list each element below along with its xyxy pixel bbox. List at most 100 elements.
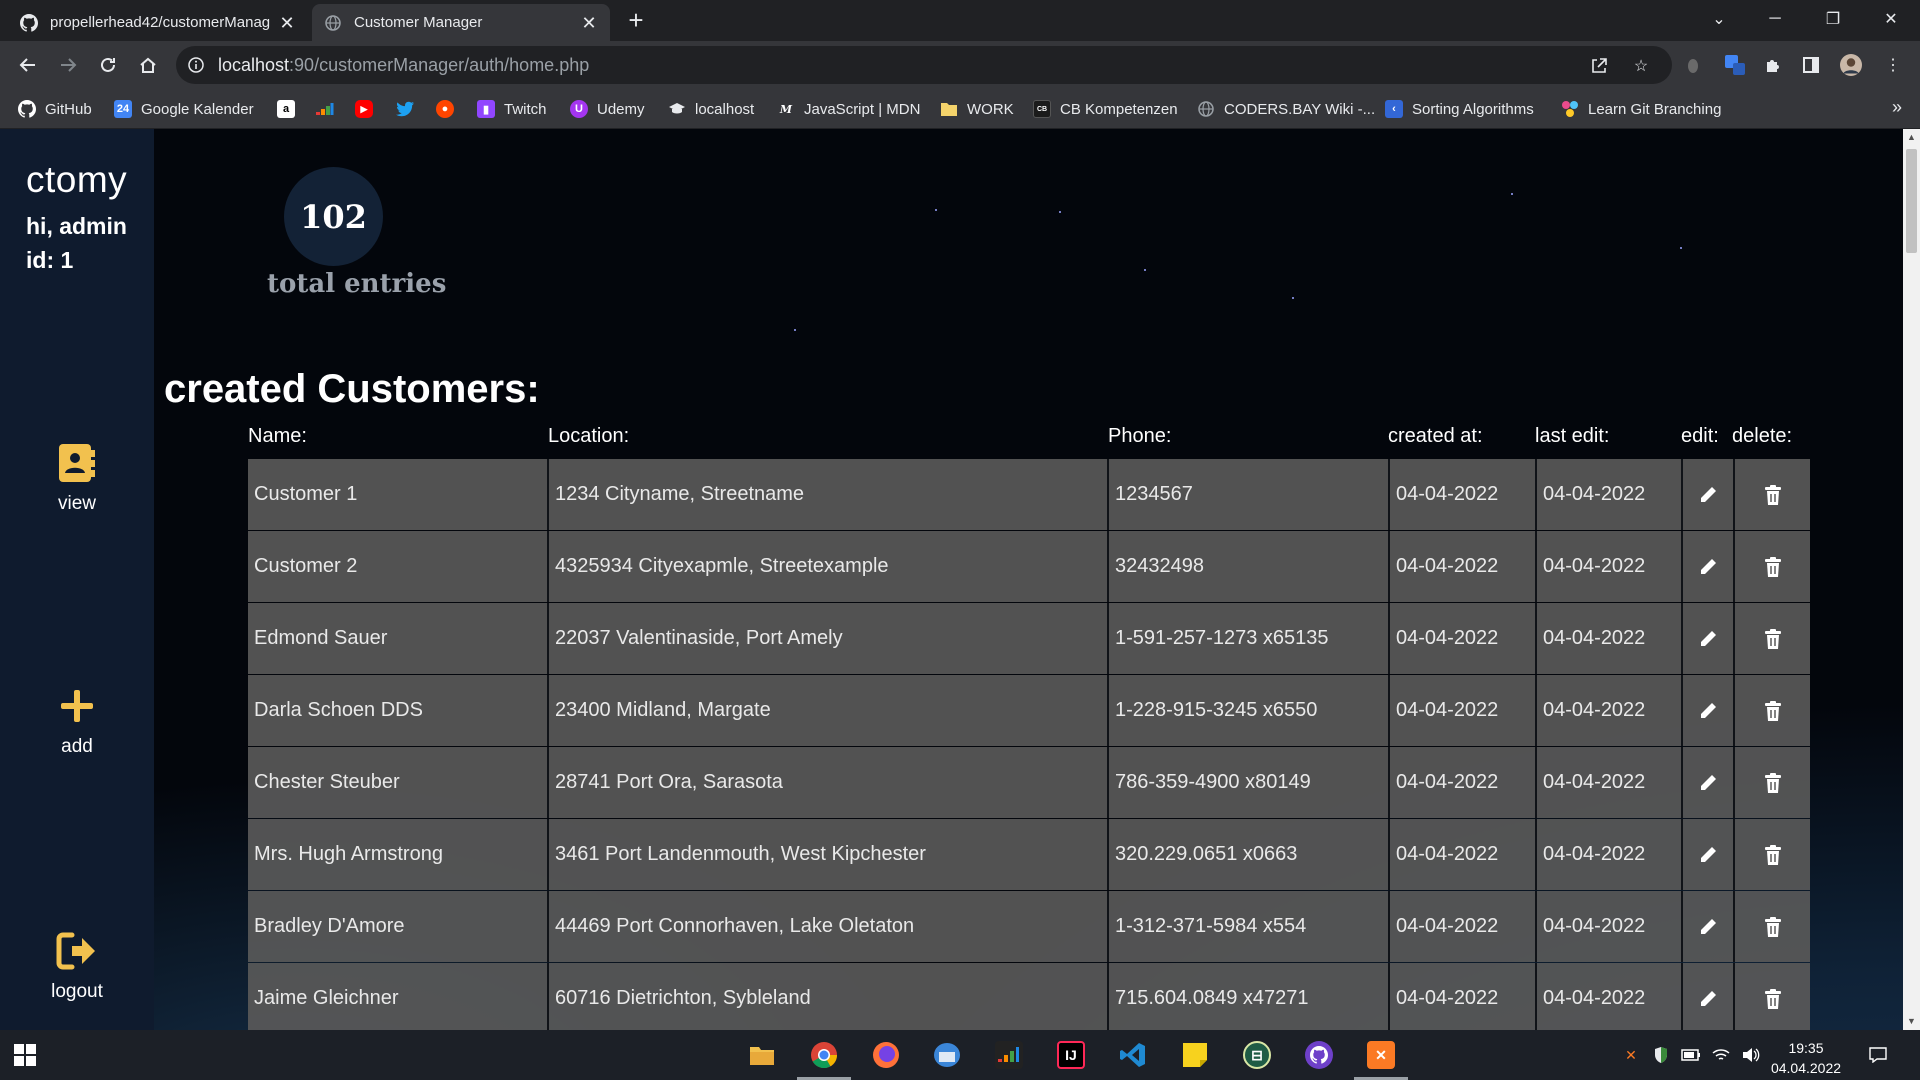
delete-button[interactable]	[1735, 891, 1810, 962]
windows-start-icon[interactable]	[14, 1044, 36, 1066]
nav-logout[interactable]: logout	[0, 929, 154, 1003]
edit-button[interactable]	[1683, 459, 1735, 530]
new-tab-button[interactable]: +	[622, 6, 650, 34]
bookmark-google-calendar[interactable]: 24 Google Kalender	[114, 96, 254, 122]
wifi-icon[interactable]	[1711, 1045, 1731, 1065]
edit-button[interactable]	[1683, 963, 1735, 1030]
column-header-name: Name:	[248, 425, 307, 447]
bookmark-learn-git-branching[interactable]: Learn Git Branching	[1561, 96, 1721, 122]
bookmark-twitter[interactable]	[396, 96, 423, 122]
taskbar-firefox[interactable]	[869, 1038, 903, 1072]
cell-name: Chester Steuber	[248, 747, 549, 818]
close-icon[interactable]: ✕	[278, 14, 296, 32]
bookmark-sorting-algorithms[interactable]: ‹ Sorting Algorithms	[1385, 96, 1534, 122]
edit-button[interactable]	[1683, 603, 1735, 674]
delete-button[interactable]	[1735, 459, 1810, 530]
info-icon[interactable]	[188, 57, 204, 73]
notification-icon[interactable]	[1868, 1045, 1888, 1065]
minimize-button[interactable]: ─	[1752, 0, 1798, 38]
volume-icon[interactable]	[1741, 1045, 1761, 1065]
bookmark-twitch[interactable]: ▮ Twitch	[477, 96, 547, 122]
column-header-last-edit: last edit:	[1535, 425, 1610, 447]
delete-button[interactable]	[1735, 819, 1810, 890]
bookmark-localhost[interactable]: localhost	[668, 96, 754, 122]
delete-button[interactable]	[1735, 963, 1810, 1030]
tab-strip: propellerhead42/customerManag ✕ Customer…	[0, 0, 1920, 41]
bookmark-folder-work[interactable]: WORK	[940, 96, 1014, 122]
pencil-icon	[1701, 630, 1716, 646]
taskbar-deezer[interactable]	[992, 1038, 1026, 1072]
taskbar-clock[interactable]: 19:35 04.04.2022	[1766, 1038, 1846, 1078]
scrollbar-thumb[interactable]	[1906, 149, 1917, 253]
delete-button[interactable]	[1735, 675, 1810, 746]
translate-icon[interactable]	[1724, 54, 1746, 76]
bookmark-cb-kompetenzen[interactable]: CB CB Kompetenzen	[1033, 96, 1178, 122]
table-row: Jaime Gleichner 60716 Dietrichton, Syble…	[248, 963, 1810, 1030]
edit-button[interactable]	[1683, 675, 1735, 746]
taskbar-github-desktop[interactable]	[1302, 1038, 1336, 1072]
taskbar-sticky-notes[interactable]	[1178, 1038, 1212, 1072]
menu-kebab-icon[interactable]: ⋮	[1882, 54, 1904, 76]
url-text[interactable]: localhost:90/customerManager/auth/home.p…	[218, 55, 589, 76]
git-icon	[1561, 100, 1579, 118]
restore-button[interactable]: ❐	[1810, 0, 1856, 38]
chevron-double-right-icon[interactable]: »	[1892, 97, 1902, 118]
table-row: Chester Steuber 28741 Port Ora, Sarasota…	[248, 747, 1810, 819]
edit-button[interactable]	[1683, 819, 1735, 890]
cell-last-edit: 04-04-2022	[1537, 531, 1683, 602]
bookmark-reddit[interactable]: ●	[436, 96, 463, 122]
total-entries-count: 102	[284, 167, 383, 266]
close-icon[interactable]: ✕	[580, 14, 598, 32]
delete-button[interactable]	[1735, 747, 1810, 818]
cell-name: Customer 2	[248, 531, 549, 602]
tab-github[interactable]: propellerhead42/customerManag ✕	[8, 4, 308, 41]
taskbar-vscode[interactable]	[1116, 1038, 1150, 1072]
taskbar-intellij[interactable]: IJ	[1054, 1038, 1088, 1072]
bookmark-codersbay-wiki[interactable]: CODERS.BAY Wiki -...	[1197, 96, 1375, 122]
contact-book-icon	[55, 441, 99, 485]
taskbar-chrome[interactable]	[797, 1038, 851, 1080]
taskbar-file-explorer[interactable]	[745, 1038, 779, 1072]
avatar[interactable]	[1840, 54, 1862, 76]
close-window-button[interactable]: ✕	[1868, 0, 1914, 38]
shield-icon[interactable]	[1651, 1045, 1671, 1065]
home-button[interactable]	[132, 49, 164, 81]
scroll-up-arrow-icon[interactable]: ▲	[1903, 129, 1920, 146]
star-icon[interactable]: ☆	[1630, 55, 1652, 77]
edit-button[interactable]	[1683, 747, 1735, 818]
bookmark-github[interactable]: GitHub	[18, 96, 92, 122]
nav-add[interactable]: add	[0, 684, 154, 758]
side-panel-icon[interactable]	[1800, 54, 1822, 76]
taskbar-thunderbird[interactable]	[930, 1038, 964, 1072]
taskbar-spreadsheet-app[interactable]: ⊟	[1240, 1038, 1274, 1072]
back-button[interactable]	[12, 49, 44, 81]
forward-button[interactable]	[52, 49, 84, 81]
bookmark-mdn[interactable]: M JavaScript | MDN	[777, 96, 921, 122]
bookmark-udemy[interactable]: U Udemy	[570, 96, 645, 122]
battery-icon[interactable]	[1681, 1045, 1701, 1065]
bookmark-deezer[interactable]	[316, 96, 343, 122]
page-scrollbar[interactable]: ▲ ▼	[1903, 129, 1920, 1030]
xampp-tray-icon[interactable]: ✕	[1621, 1045, 1641, 1065]
clock-time: 19:35	[1788, 1040, 1824, 1056]
taskbar-xampp[interactable]: ✕	[1354, 1038, 1408, 1080]
cell-last-edit: 04-04-2022	[1537, 963, 1683, 1030]
delete-button[interactable]	[1735, 603, 1810, 674]
extensions-puzzle-icon[interactable]	[1762, 54, 1784, 76]
bookmark-youtube[interactable]: ▶	[355, 96, 382, 122]
tab-search-icon[interactable]: ⌄	[1696, 0, 1742, 38]
bookmark-amazon[interactable]: a	[277, 96, 304, 122]
tab-customer-manager[interactable]: Customer Manager ✕	[312, 4, 610, 41]
scroll-down-arrow-icon[interactable]: ▼	[1903, 1013, 1920, 1030]
delete-button[interactable]	[1735, 531, 1810, 602]
cell-last-edit: 04-04-2022	[1537, 603, 1683, 674]
address-bar[interactable]: localhost:90/customerManager/auth/home.p…	[176, 46, 1672, 84]
extension-gray-icon[interactable]	[1682, 54, 1704, 76]
column-header-edit: edit:	[1681, 425, 1719, 447]
edit-button[interactable]	[1683, 891, 1735, 962]
share-icon[interactable]	[1588, 55, 1610, 77]
edit-button[interactable]	[1683, 531, 1735, 602]
nav-view[interactable]: view	[0, 441, 154, 515]
trash-icon	[1764, 772, 1781, 793]
reload-button[interactable]	[92, 49, 124, 81]
